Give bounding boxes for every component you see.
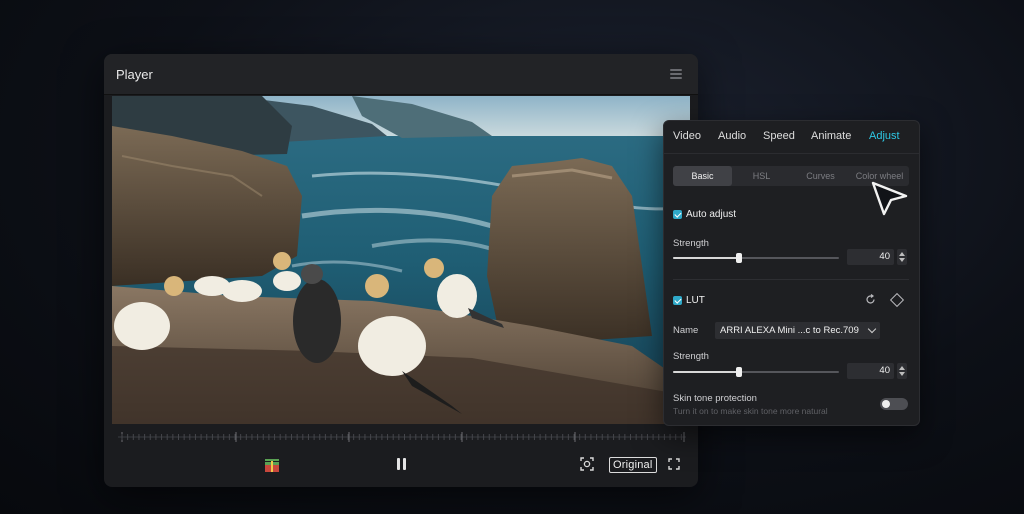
- gift-icon[interactable]: [264, 458, 280, 472]
- player-window: Player Original: [104, 54, 698, 487]
- slider-handle[interactable]: [736, 253, 742, 263]
- fullscreen-icon[interactable]: [668, 458, 680, 470]
- video-preview[interactable]: [112, 96, 690, 424]
- auto-adjust-strength-input[interactable]: 40: [847, 249, 894, 265]
- tab-audio[interactable]: Audio: [718, 130, 746, 142]
- player-header: Player: [104, 54, 698, 95]
- keyframe-diamond-icon[interactable]: [889, 292, 905, 308]
- lut-strength-slider[interactable]: [673, 367, 839, 377]
- original-button[interactable]: Original: [609, 457, 657, 473]
- skin-tone-label: Skin tone protection: [673, 393, 757, 404]
- divider: [673, 279, 909, 280]
- skin-tone-toggle[interactable]: [880, 398, 908, 410]
- lut-strength-label: Strength: [673, 351, 709, 362]
- auto-adjust-checkbox[interactable]: [673, 210, 682, 219]
- auto-adjust-strength-stepper[interactable]: [897, 249, 907, 265]
- subtab-basic[interactable]: Basic: [673, 166, 732, 186]
- cursor-icon: [871, 181, 908, 216]
- lut-name-value: ARRI ALEXA Mini ...c to Rec.709: [720, 325, 859, 336]
- tab-speed[interactable]: Speed: [763, 130, 795, 142]
- auto-adjust-strength-label: Strength: [673, 238, 709, 249]
- lut-checkbox[interactable]: [673, 296, 682, 305]
- lut-strength-stepper[interactable]: [897, 363, 907, 379]
- slider-handle[interactable]: [736, 367, 742, 377]
- tab-video[interactable]: Video: [673, 130, 701, 142]
- reset-icon[interactable]: [865, 294, 876, 305]
- lut-label: LUT: [686, 295, 705, 306]
- tab-animate[interactable]: Animate: [811, 130, 851, 142]
- timeline-ruler[interactable]: [118, 430, 686, 444]
- auto-adjust-strength-slider[interactable]: [673, 253, 839, 263]
- chevron-down-icon: [867, 324, 877, 334]
- skin-tone-hint: Turn it on to make skin tone more natura…: [673, 406, 828, 416]
- adjust-panel: Video Audio Speed Animate Adjust Basic H…: [663, 120, 920, 426]
- tab-adjust[interactable]: Adjust: [869, 130, 900, 142]
- subtab-curves[interactable]: Curves: [791, 166, 850, 186]
- player-title: Player: [116, 67, 153, 82]
- focus-icon[interactable]: [580, 457, 594, 471]
- lut-strength-input[interactable]: 40: [847, 363, 894, 379]
- subtab-hsl[interactable]: HSL: [732, 166, 791, 186]
- player-controls: Original: [104, 452, 698, 478]
- pause-icon[interactable]: [396, 458, 408, 471]
- lut-name-select[interactable]: ARRI ALEXA Mini ...c to Rec.709: [715, 322, 880, 339]
- lut-name-label: Name: [673, 325, 699, 336]
- panel-tabs: Video Audio Speed Animate Adjust: [664, 121, 919, 154]
- menu-icon[interactable]: [670, 69, 682, 79]
- auto-adjust-label: Auto adjust: [686, 209, 737, 220]
